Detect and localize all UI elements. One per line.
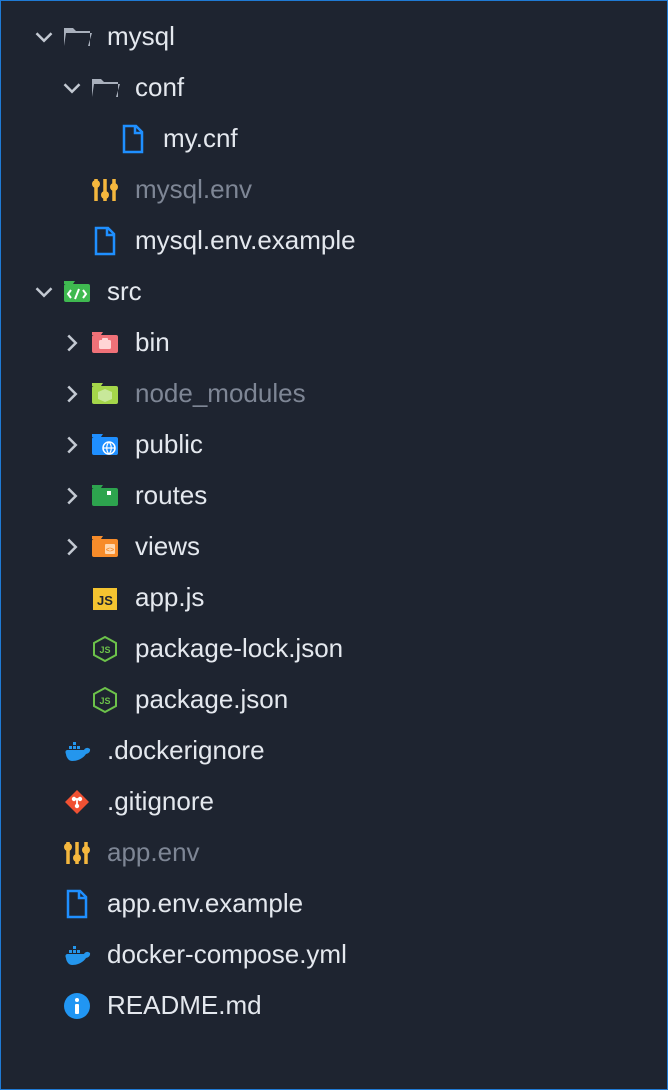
file-explorer: mysql conf my.cnf mysql.env mysql.env.exampl… (1, 11, 667, 1031)
chevron-down-icon[interactable] (29, 27, 59, 47)
tree-item-menv[interactable]: mysql.env (1, 164, 667, 215)
docker-icon (59, 937, 95, 973)
env-icon (59, 835, 95, 871)
tree-item-gign[interactable]: .gitignore (1, 776, 667, 827)
tree-item-appjs[interactable]: app.js (1, 572, 667, 623)
folder-bin-icon (87, 325, 123, 361)
node-icon (87, 682, 123, 718)
tree-item-label: docker-compose.yml (107, 939, 347, 970)
tree-item-label: .gitignore (107, 786, 214, 817)
tree-item-dign[interactable]: .dockerignore (1, 725, 667, 776)
tree-item-bin[interactable]: bin (1, 317, 667, 368)
tree-item-label: package-lock.json (135, 633, 343, 664)
file-generic-icon (115, 121, 151, 157)
tree-item-label: routes (135, 480, 207, 511)
tree-item-dcomp[interactable]: docker-compose.yml (1, 929, 667, 980)
git-icon (59, 784, 95, 820)
tree-item-label: mysql.env.example (135, 225, 356, 256)
tree-item-label: node_modules (135, 378, 306, 409)
tree-item-readme[interactable]: README.md (1, 980, 667, 1031)
tree-item-conf[interactable]: conf (1, 62, 667, 113)
folder-src-icon (59, 274, 95, 310)
file-generic-icon (59, 886, 95, 922)
tree-item-appenv[interactable]: app.env (1, 827, 667, 878)
tree-item-label: README.md (107, 990, 262, 1021)
tree-item-label: views (135, 531, 200, 562)
tree-item-label: my.cnf (163, 123, 238, 154)
chevron-right-icon[interactable] (57, 537, 87, 557)
tree-item-public[interactable]: public (1, 419, 667, 470)
info-icon (59, 988, 95, 1024)
tree-item-label: .dockerignore (107, 735, 265, 766)
tree-item-label: conf (135, 72, 184, 103)
folder-public-icon (87, 427, 123, 463)
tree-item-label: app.env.example (107, 888, 303, 919)
chevron-right-icon[interactable] (57, 384, 87, 404)
folder-nm-icon (87, 376, 123, 412)
tree-item-plock[interactable]: package-lock.json (1, 623, 667, 674)
env-icon (87, 172, 123, 208)
folder-routes-icon (87, 478, 123, 514)
tree-item-menvex[interactable]: mysql.env.example (1, 215, 667, 266)
folder-views-icon (87, 529, 123, 565)
tree-item-mysql[interactable]: mysql (1, 11, 667, 62)
tree-item-label: mysql.env (135, 174, 252, 205)
tree-item-label: app.env (107, 837, 200, 868)
chevron-right-icon[interactable] (57, 333, 87, 353)
tree-item-src[interactable]: src (1, 266, 667, 317)
tree-item-label: src (107, 276, 142, 307)
tree-item-nm[interactable]: node_modules (1, 368, 667, 419)
tree-item-appenvex[interactable]: app.env.example (1, 878, 667, 929)
tree-item-views[interactable]: views (1, 521, 667, 572)
file-generic-icon (87, 223, 123, 259)
tree-item-label: mysql (107, 21, 175, 52)
folder-icon (87, 70, 123, 106)
tree-item-label: package.json (135, 684, 288, 715)
tree-item-routes[interactable]: routes (1, 470, 667, 521)
tree-item-label: app.js (135, 582, 204, 613)
chevron-right-icon[interactable] (57, 435, 87, 455)
tree-item-label: public (135, 429, 203, 460)
chevron-down-icon[interactable] (29, 282, 59, 302)
js-icon (87, 580, 123, 616)
chevron-right-icon[interactable] (57, 486, 87, 506)
tree-item-mycnf[interactable]: my.cnf (1, 113, 667, 164)
folder-icon (59, 19, 95, 55)
node-icon (87, 631, 123, 667)
tree-item-label: bin (135, 327, 170, 358)
tree-item-pjson[interactable]: package.json (1, 674, 667, 725)
chevron-down-icon[interactable] (57, 78, 87, 98)
docker-icon (59, 733, 95, 769)
